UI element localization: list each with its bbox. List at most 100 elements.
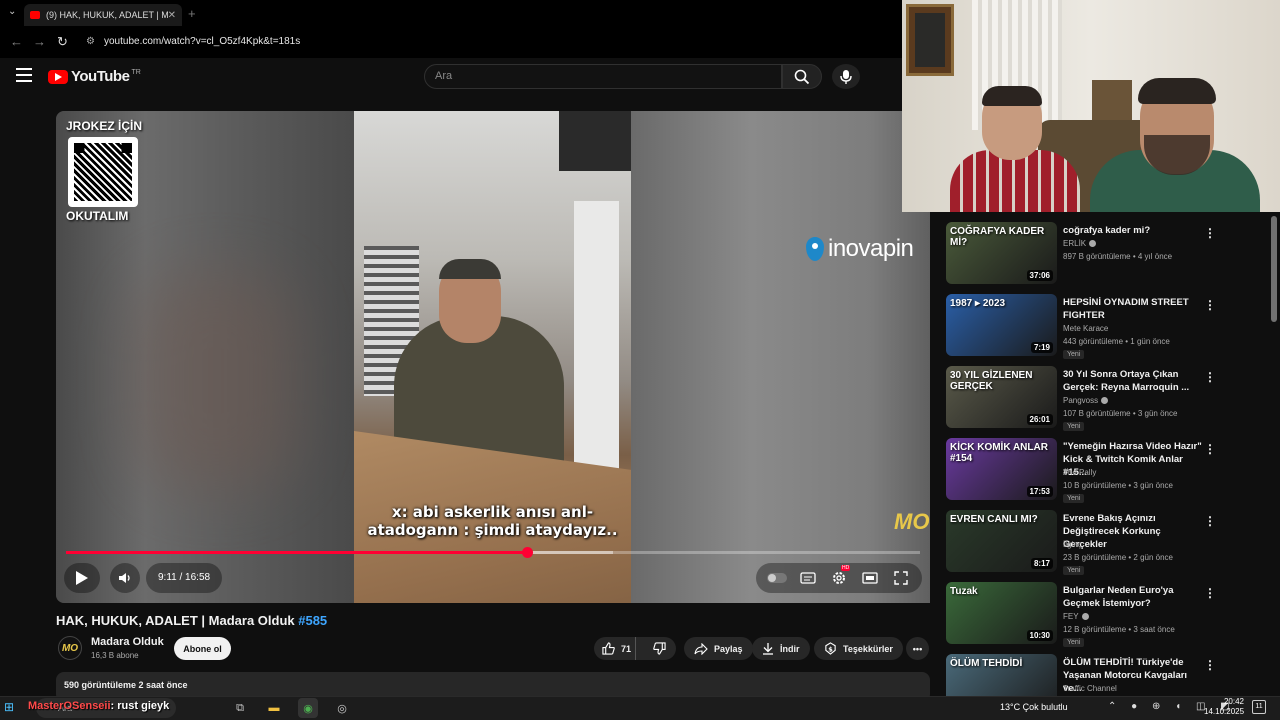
search-button[interactable]: [782, 64, 822, 89]
verified-check-icon: [1081, 613, 1089, 621]
video-title-text: HAK, HUKUK, ADALET | Madara Olduk: [56, 613, 299, 628]
tab-close-icon[interactable]: ✕: [168, 10, 176, 21]
duration-badge: 17:53: [1026, 486, 1053, 497]
more-actions-button[interactable]: •••: [906, 637, 929, 660]
download-icon: [763, 643, 773, 655]
blurred-background-right: [631, 111, 930, 603]
youtube-logo[interactable]: YouTube TR: [48, 68, 141, 85]
url-field[interactable]: youtube.com/watch?v=cl_O5zf4Kpk&t=181s: [104, 36, 300, 47]
recommendation-channel[interactable]: Mete Karace: [1063, 324, 1108, 333]
channel-name[interactable]: Madara Olduk: [91, 636, 164, 648]
fullscreen-button[interactable]: [891, 568, 911, 588]
recommendation-channel[interactable]: FEY: [1063, 612, 1089, 621]
forward-arrow-icon[interactable]: →: [33, 34, 46, 49]
taskbar-clock[interactable]: 20:42 14.10.2025: [1204, 697, 1244, 717]
recommendation-stats: 23 B görüntüleme • 2 gün önce: [1063, 553, 1173, 562]
recommendation-thumbnail[interactable]: Tuzak 10:30: [946, 582, 1057, 644]
recommendation-channel[interactable]: ERLİK: [1063, 239, 1097, 248]
volume-button[interactable]: [110, 563, 140, 593]
recommendation-thumbnail[interactable]: 30 YIL GİZLENEN GERÇEK 26:01: [946, 366, 1057, 428]
start-menu-icon[interactable]: ⊞: [4, 700, 14, 714]
subtitles-icon: [800, 572, 816, 584]
recommendation-thumbnail[interactable]: ÖLÜM TEHDİDİ: [946, 654, 1057, 696]
more-vertical-icon[interactable]: ⋮: [1204, 298, 1216, 312]
browser-tab-active[interactable]: (9) HAK, HUKUK, ADALET | Mad ✕: [24, 4, 182, 26]
player-right-controls: HD: [756, 563, 922, 593]
tab-search-chevron-icon[interactable]: ⌄: [8, 6, 16, 17]
download-button[interactable]: İndir: [752, 637, 810, 660]
autoplay-toggle[interactable]: [767, 568, 788, 588]
search-input[interactable]: Ara: [424, 64, 782, 89]
duration-badge: 8:17: [1030, 558, 1053, 569]
recommendation-channel[interactable]: Traffic Channel: [1063, 684, 1117, 693]
recommendation-item[interactable]: 30 YIL GİZLENEN GERÇEK 26:01 30 Yıl Sonra …: [946, 366, 1271, 432]
recommendation-thumbnail[interactable]: KİCK KOMİK ANLAR #154 17:53: [946, 438, 1057, 500]
theater-mode-button[interactable]: [860, 568, 880, 588]
more-vertical-icon[interactable]: ⋮: [1204, 658, 1216, 672]
task-view-icon[interactable]: ⧉: [230, 698, 250, 718]
voice-search-button[interactable]: [832, 64, 860, 89]
recommendation-title[interactable]: Evrene Bakış Açınızı Değiştirecek Korkun…: [1063, 512, 1203, 551]
recommendation-title[interactable]: coğrafya kader mi?: [1063, 224, 1203, 237]
video-title: HAK, HUKUK, ADALET | Madara Olduk #585: [56, 613, 327, 628]
like-button[interactable]: 71: [594, 637, 636, 660]
recommendation-channel[interactable]: Pangvoss: [1063, 396, 1109, 405]
recommendation-stats: 443 görüntüleme • 1 gün önce: [1063, 337, 1170, 346]
recommendation-thumbnail[interactable]: 1987 ▸ 2023 7:19: [946, 294, 1057, 356]
region-code: TR: [131, 69, 141, 76]
channel-avatar[interactable]: MO: [58, 636, 82, 660]
video-hashtag[interactable]: #585: [298, 613, 327, 628]
thumbs-up-icon: [602, 642, 615, 655]
recommendation-channel[interactable]: The Pally: [1063, 468, 1096, 477]
more-vertical-icon[interactable]: ⋮: [1204, 514, 1216, 528]
channel-watermark[interactable]: MO: [894, 509, 929, 535]
more-vertical-icon[interactable]: ⋮: [1204, 586, 1216, 600]
recommendation-title[interactable]: HEPSİNİ OYNADIM STREET FIGHTER: [1063, 296, 1203, 322]
recommendation-item[interactable]: KİCK KOMİK ANLAR #154 17:53 "Yemeğin Hazır…: [946, 438, 1271, 504]
recommendation-title[interactable]: 30 Yıl Sonra Ortaya Çıkan Gerçek: Reyna …: [1063, 368, 1203, 394]
clock-time: 20:42: [1223, 697, 1244, 706]
share-label: Paylaş: [714, 643, 743, 654]
subscribe-button[interactable]: Abone ol: [174, 637, 231, 660]
recommendation-stats: 897 B görüntüleme • 4 yıl önce: [1063, 252, 1173, 261]
video-player[interactable]: JROKEZ İÇİN OKUTALIM inovapin MO x: abi …: [56, 111, 930, 603]
recommendation-item[interactable]: ÖLÜM TEHDİDİ ÖLÜM TEHDİTİ! Türkiye'de Yaş…: [946, 654, 1271, 696]
more-vertical-icon[interactable]: ⋮: [1204, 370, 1216, 384]
subtitles-button[interactable]: [798, 568, 818, 588]
site-info-icon[interactable]: ⚙: [86, 36, 95, 47]
new-tab-button[interactable]: +: [188, 6, 196, 21]
recommendation-thumbnail[interactable]: COĞRAFYA KADER Mİ? 37:06: [946, 222, 1057, 284]
channel-subscribers: 16,3 B abone: [91, 651, 139, 660]
play-button[interactable]: [64, 563, 100, 593]
thanks-button[interactable]: $ Teşekkürler: [814, 637, 903, 660]
back-arrow-icon[interactable]: ←: [10, 34, 23, 49]
subtitle-line-2: atadogann : şimdi ataydayız..: [367, 521, 618, 539]
thumbnail-text: 1987 ▸ 2023: [950, 298, 1006, 309]
dislike-button[interactable]: [642, 642, 676, 655]
recommendation-item[interactable]: Tuzak 10:30 Bulgarlar Neden Euro'ya Geçmek…: [946, 582, 1271, 648]
recommendation-channel[interactable]: İlginç: [1063, 540, 1082, 549]
fullscreen-icon: [893, 571, 908, 585]
recommendation-thumbnail[interactable]: EVREN CANLI MI? 8:17: [946, 510, 1057, 572]
chrome-icon[interactable]: ◉: [298, 698, 318, 718]
progress-bar[interactable]: [66, 547, 920, 558]
recommendation-item[interactable]: EVREN CANLI MI? 8:17 Evrene Bakış Açınızı …: [946, 510, 1271, 576]
menu-hamburger-icon[interactable]: [16, 68, 32, 82]
reload-icon[interactable]: ↻: [57, 34, 68, 50]
notification-center-icon[interactable]: 11: [1252, 700, 1266, 714]
obs-icon[interactable]: ◎: [332, 698, 352, 718]
share-button[interactable]: Paylaş: [684, 637, 753, 660]
thumbnail-text: KİCK KOMİK ANLAR #154: [950, 442, 1048, 464]
settings-button[interactable]: HD: [829, 565, 851, 588]
more-vertical-icon[interactable]: ⋮: [1204, 226, 1216, 240]
recommendation-item[interactable]: COĞRAFYA KADER Mİ? 37:06 coğrafya kader mi…: [946, 222, 1271, 288]
weather-widget[interactable]: 13°C Çok bulutlu: [1000, 702, 1068, 712]
sidebar-scrollbar[interactable]: [1271, 216, 1277, 322]
file-explorer-icon[interactable]: ▬: [264, 698, 284, 718]
more-vertical-icon[interactable]: ⋮: [1204, 442, 1216, 456]
youtube-favicon-icon: [30, 11, 40, 19]
channel-name-text: İlginç: [1063, 540, 1082, 549]
time-display: 9:11 / 16:58: [146, 563, 223, 593]
recommendation-title[interactable]: Bulgarlar Neden Euro'ya Geçmek İstemiyor…: [1063, 584, 1203, 610]
recommendation-item[interactable]: 1987 ▸ 2023 7:19 HEPSİNİ OYNADIM STREET FI…: [946, 294, 1271, 360]
